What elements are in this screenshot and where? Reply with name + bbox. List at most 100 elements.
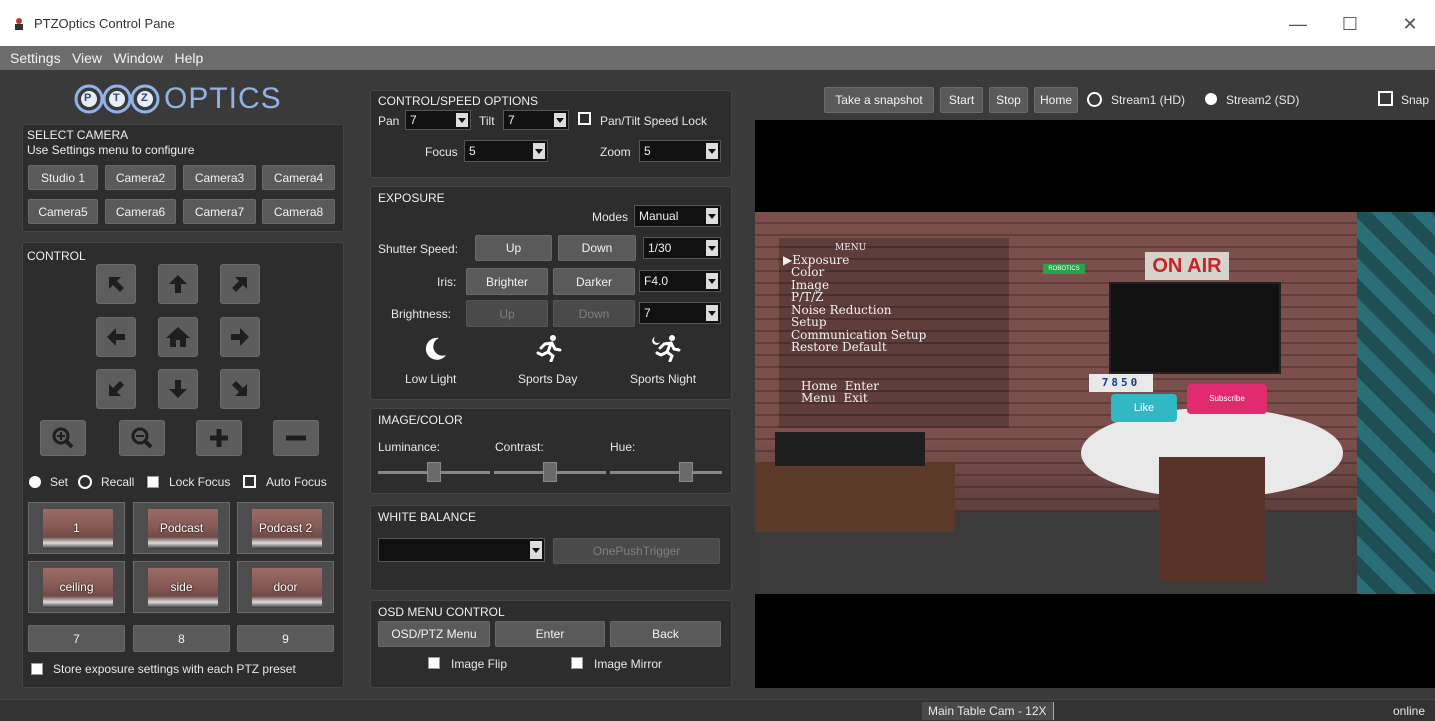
lock-focus-checkbox[interactable] [147,476,159,488]
menu-help[interactable]: Help [171,46,208,70]
chevron-down-icon [530,541,542,559]
luminance-label: Luminance: [378,440,441,454]
brightness-value: 7 [644,306,651,320]
slider-handle[interactable] [679,462,693,482]
snap-checkbox[interactable] [1378,91,1393,106]
logo-text: OPTICS [164,82,282,115]
stream2-radio[interactable] [1205,93,1217,105]
modes-select[interactable]: Manual [634,205,721,227]
focus-far-button[interactable] [273,420,319,456]
tv-screen-shape [1109,282,1281,374]
preset-button-8[interactable]: 8 [133,625,230,652]
iris-brighter-button[interactable]: Brighter [466,268,548,295]
image-flip-checkbox[interactable] [428,657,440,669]
set-radio[interactable] [29,476,41,488]
start-button[interactable]: Start [940,87,983,113]
zoom-in-button[interactable] [40,420,86,456]
menu-settings[interactable]: Settings [0,46,65,70]
one-push-trigger-button[interactable]: OnePushTrigger [553,538,720,564]
camera-button-5[interactable]: Camera5 [28,199,98,224]
contrast-slider[interactable] [494,462,606,484]
arrow-right-icon [231,328,249,346]
osd-enter-button[interactable]: Enter [495,621,605,647]
iris-select[interactable]: F4.0 [639,270,721,292]
foam-wall-shape [1357,212,1435,594]
snapshot-button[interactable]: Take a snapshot [824,87,934,113]
slider-handle[interactable] [543,462,557,482]
tilt-speed-label: Tilt [479,114,495,128]
focus-near-button[interactable] [196,420,242,456]
sports-day-button[interactable]: Sports Day [511,334,591,390]
osd-ptz-menu-button[interactable]: OSD/PTZ Menu [378,621,490,647]
tilt-up-button[interactable] [158,264,198,304]
luminance-slider[interactable] [378,462,490,484]
tilt-down-button[interactable] [158,369,198,409]
minimize-icon[interactable]: — [1278,10,1318,38]
shutter-up-button[interactable]: Up [475,235,552,261]
zoom-speed-select[interactable]: 5 [639,140,721,162]
stream1-radio[interactable] [1087,92,1102,107]
iris-darker-button[interactable]: Darker [553,268,635,295]
camera-button-7[interactable]: Camera7 [183,199,256,224]
preset-button-7[interactable]: 7 [28,625,125,652]
menu-window[interactable]: Window [109,46,167,70]
brightness-down-button[interactable]: Down [553,300,635,327]
recall-radio[interactable] [78,475,92,489]
sports-night-button[interactable]: Sports Night [626,334,711,390]
preset-button-9[interactable]: 9 [237,625,334,652]
auto-focus-checkbox[interactable] [243,475,256,488]
hue-label: Hue: [610,440,636,454]
title-bar: PTZOptics Control Pane — ☐ ✕ [0,0,1435,46]
home-button[interactable] [158,317,198,357]
camera-button-8[interactable]: Camera8 [262,199,335,224]
pan-up-left-button[interactable] [96,264,136,304]
pan-up-right-button[interactable] [220,264,260,304]
arrow-down-right-icon [232,381,247,396]
preset-button-6[interactable]: door [237,561,334,613]
maximize-icon[interactable]: ☐ [1330,10,1370,38]
speed-heading: CONTROL/SPEED OPTIONS [378,94,539,108]
tilt-speed-select[interactable]: 7 [503,110,569,130]
pan-right-button[interactable] [220,317,260,357]
home-preset-button[interactable]: Home [1034,87,1078,113]
preset-button-2[interactable]: Podcast [133,502,230,554]
status-bar: Main Table Cam - 12X online [0,699,1435,721]
preset-button-3[interactable]: Podcast 2 [237,502,334,554]
zoom-out-button[interactable] [119,420,165,456]
focus-speed-select[interactable]: 5 [464,140,548,162]
video-preview[interactable]: ON AIR ROBOTICS Like Subscribe 7850 MENU… [755,120,1435,688]
close-icon[interactable]: ✕ [1390,10,1430,38]
shutter-select[interactable]: 1/30 [643,237,721,259]
pan-down-left-button[interactable] [96,369,136,409]
camera-button-1[interactable]: Studio 1 [28,165,98,190]
modes-label: Modes [592,210,629,224]
low-light-label: Low Light [405,372,457,386]
camera-button-4[interactable]: Camera4 [262,165,335,190]
app-logo-icon [15,18,23,30]
image-mirror-checkbox[interactable] [571,657,583,669]
store-exposure-checkbox[interactable] [31,663,43,675]
preset-button-4[interactable]: ceiling [28,561,125,613]
white-balance-select[interactable] [378,538,545,562]
camera-button-6[interactable]: Camera6 [105,199,176,224]
brightness-up-button[interactable]: Up [466,300,548,327]
brightness-select[interactable]: 7 [639,302,721,324]
slider-handle[interactable] [427,462,441,482]
osd-back-button[interactable]: Back [610,621,721,647]
camera-button-3[interactable]: Camera3 [183,165,256,190]
contrast-label: Contrast: [495,440,544,454]
pan-tilt-lock-checkbox[interactable] [578,112,591,125]
lock-focus-label: Lock Focus [169,475,231,489]
shutter-down-button[interactable]: Down [558,235,636,261]
preset-button-1[interactable]: 1 [28,502,125,554]
low-light-button[interactable]: Low Light [400,334,470,390]
pan-speed-select[interactable]: 7 [405,110,471,130]
pan-down-right-button[interactable] [220,369,260,409]
preset-button-5[interactable]: side [133,561,230,613]
pan-left-button[interactable] [96,317,136,357]
menu-view[interactable]: View [68,46,106,70]
camera-button-2[interactable]: Camera2 [105,165,176,190]
focus-speed-label: Focus [425,145,458,159]
stop-button[interactable]: Stop [989,87,1028,113]
hue-slider[interactable] [610,462,722,484]
